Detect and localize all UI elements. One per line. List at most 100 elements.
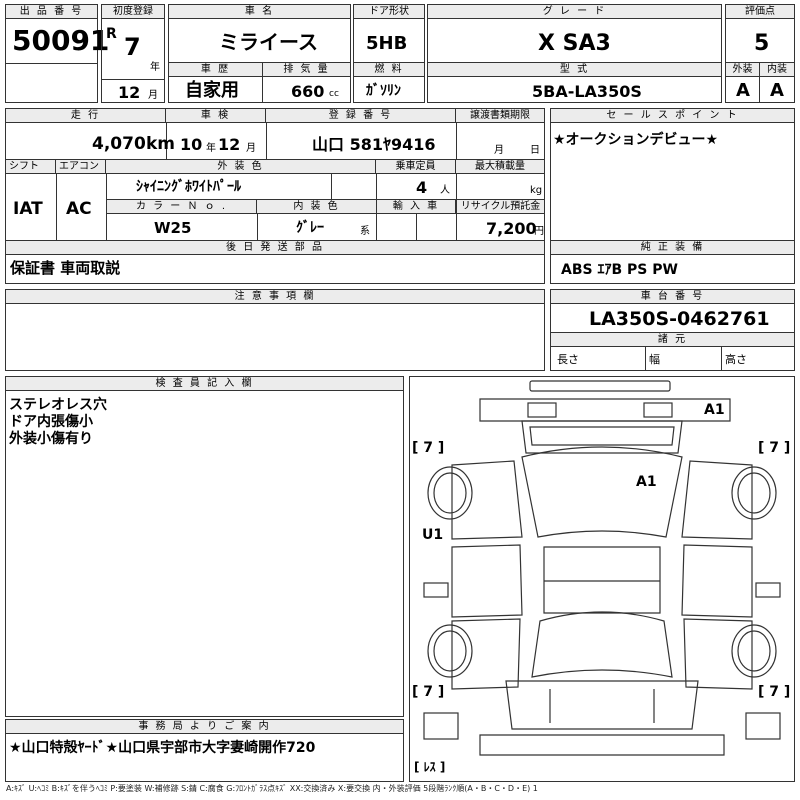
score: 5 (754, 31, 770, 56)
car-name: ミライース (219, 30, 318, 54)
exterior-grade-label: 外装 (726, 63, 759, 77)
grade-label: グ レ ー ド (428, 5, 721, 19)
door-type: 5HB (366, 33, 408, 54)
mileage: 4,070 (92, 134, 146, 154)
load-unit: kg (530, 185, 543, 196)
inspection-year-unit: 年 (206, 143, 216, 154)
sales-point: ★オークションデビュー★ (553, 132, 719, 148)
office-block: 事 務 局 よ り ご 案 内 ★山口特殻ﾔｰﾄﾞ★山口県宇部市大字妻崎開作72… (5, 719, 404, 782)
notes-label: 注 意 事 項 欄 (6, 290, 544, 304)
year-unit: 年 (150, 62, 160, 73)
notes-block: 注 意 事 項 欄 (5, 289, 545, 371)
tire-rear-right: [ 7 ] (758, 440, 791, 456)
grade-cell: グ レ ー ド X SA3 (427, 4, 722, 63)
spec-label: 諸 元 (551, 333, 794, 347)
displacement-cell: 排 気 量 660 cc (263, 63, 351, 103)
damage-mark-left-side: U1 (422, 527, 444, 543)
model-label: 型 式 (428, 63, 721, 77)
later-parts: 保証書 車両取説 (10, 259, 121, 277)
chassis-block: 車 台 番 号 LA350S-0462761 諸 元 長さ 幅 高さ (550, 289, 795, 371)
inspection-year: 10 (180, 135, 203, 154)
score-label: 評価点 (726, 5, 794, 19)
damage-mark-rear: A1 (704, 402, 725, 418)
transfer-month-unit: 月 (494, 145, 504, 156)
first-registration-cell: 初度登録 R 7 年 12 月 (101, 4, 165, 103)
color-number: W25 (154, 219, 192, 237)
first-registration-label: 初度登録 (102, 5, 164, 19)
first-registration-year: 7 (124, 33, 141, 61)
interior-color-label: 内 装 色 (257, 200, 376, 214)
color-no-label: カ ラ ー Ｎ ｏ . (107, 200, 257, 214)
capacity: 4 (416, 178, 428, 197)
lot-number-cell: 出 品 番 号 50091 (5, 4, 109, 103)
shift-label: シフト (6, 160, 56, 174)
model-cell: 型 式 5BA-LA350S (427, 63, 722, 103)
car-name-cell: 車 名 ミライース (168, 4, 351, 63)
inspection-month-unit: 月 (246, 143, 256, 154)
fuel: ｶﾞｿﾘﾝ (366, 83, 401, 99)
interior-color: ｸﾞﾚｰ (296, 220, 324, 236)
equipment: ABS ｴｱB PS PW (561, 262, 678, 278)
exterior-grade: A (736, 80, 750, 101)
inspector-line-2: ドア内張傷小 (9, 414, 93, 430)
import-label: 輸 入 車 (377, 200, 456, 214)
exterior-grade-cell: 外装 A (725, 63, 760, 103)
car-outline (423, 380, 781, 756)
sales-point-label: セ ー ル ス ポ イ ン ト (551, 109, 794, 123)
history: 自家用 (185, 80, 239, 101)
chassis-label: 車 台 番 号 (551, 290, 794, 304)
load-label: 最大積載量 (456, 160, 544, 174)
door-label: ドア形状 (354, 5, 424, 19)
lot-number: 50091 (12, 24, 110, 57)
plate-label: 登 録 番 号 (266, 109, 456, 123)
exterior-color: ｼｬｲﾆﾝｸﾞﾎﾜｲﾄﾊﾟｰﾙ (136, 179, 241, 195)
office-label: 事 務 局 よ り ご 案 内 (6, 720, 403, 734)
length-label: 長さ (557, 353, 579, 366)
office-info: ★山口特殻ﾔｰﾄﾞ★山口県宇部市大字妻崎開作720 (9, 740, 316, 756)
score-cell: 評価点 5 (725, 4, 795, 63)
interior-grade-label: 内装 (760, 63, 794, 77)
inspector-label: 検 査 員 記 入 欄 (6, 377, 403, 391)
transfer-label: 譲渡書類期限 (456, 109, 544, 123)
fuel-cell: 燃 料 ｶﾞｿﾘﾝ (353, 63, 425, 103)
displacement: 660 (291, 82, 325, 101)
recycle-label: リサイクル預託金 (457, 200, 544, 214)
capacity-unit: 人 (440, 185, 450, 196)
equipment-label: 純 正 装 備 (551, 241, 794, 255)
inspector-line-3: 外装小傷有り (9, 431, 93, 447)
recycle-fee: 7,200 (486, 219, 537, 238)
width-label: 幅 (649, 353, 660, 366)
fuel-label: 燃 料 (354, 63, 424, 77)
history-label: 車 歴 (169, 63, 262, 77)
inspection-label: 車 検 (166, 109, 266, 123)
interior-grade: A (770, 80, 784, 101)
spare-tire: [ ﾚｽ ] (414, 760, 446, 774)
vehicle-info-block: 走 行 車 検 登 録 番 号 譲渡書類期限 4,070 km 10 年 12 … (5, 108, 545, 284)
legend: A:ｷｽﾞ U:ﾍｺﾐ B:ｷｽﾞを伴うﾍｺﾐ P:要塗装 W:補修跡 S:錆 … (6, 784, 538, 793)
ac: AC (66, 199, 92, 219)
damage-diagram: A1 A1 U1 [ 7 ] [ 7 ] [ 7 ] [ 7 ] [ ﾚｽ ] (409, 376, 795, 782)
door-cell: ドア形状 5HB (353, 4, 425, 63)
inspection-month: 12 (218, 135, 241, 154)
model: 5BA-LA350S (532, 82, 642, 101)
inspector-block: 検 査 員 記 入 欄 ステレオレス穴 ドア内張傷小 外装小傷有り (5, 376, 404, 717)
mileage-unit: km (146, 134, 176, 154)
tire-front-right: [ 7 ] (758, 684, 791, 700)
displacement-label: 排 気 量 (263, 63, 350, 77)
mileage-label: 走 行 (6, 109, 166, 123)
grade: X SA3 (538, 31, 611, 56)
chassis-number: LA350S-0462761 (589, 308, 770, 330)
tire-rear-left: [ 7 ] (412, 440, 445, 456)
transfer-day-unit: 日 (530, 145, 540, 156)
capacity-label: 乗車定員 (376, 160, 456, 174)
era-mark: R (106, 26, 117, 42)
first-registration-month: 12 (118, 83, 141, 102)
shift: IAT (13, 199, 43, 219)
color-label: 外 装 色 (106, 160, 376, 174)
height-label: 高さ (725, 353, 747, 366)
tire-front-left: [ 7 ] (412, 684, 445, 700)
inspector-line-1: ステレオレス穴 (9, 397, 107, 413)
damage-mark-roof: A1 (636, 474, 657, 490)
lot-number-label: 出 品 番 号 (6, 5, 97, 19)
later-parts-label: 後 日 発 送 部 品 (6, 241, 544, 255)
